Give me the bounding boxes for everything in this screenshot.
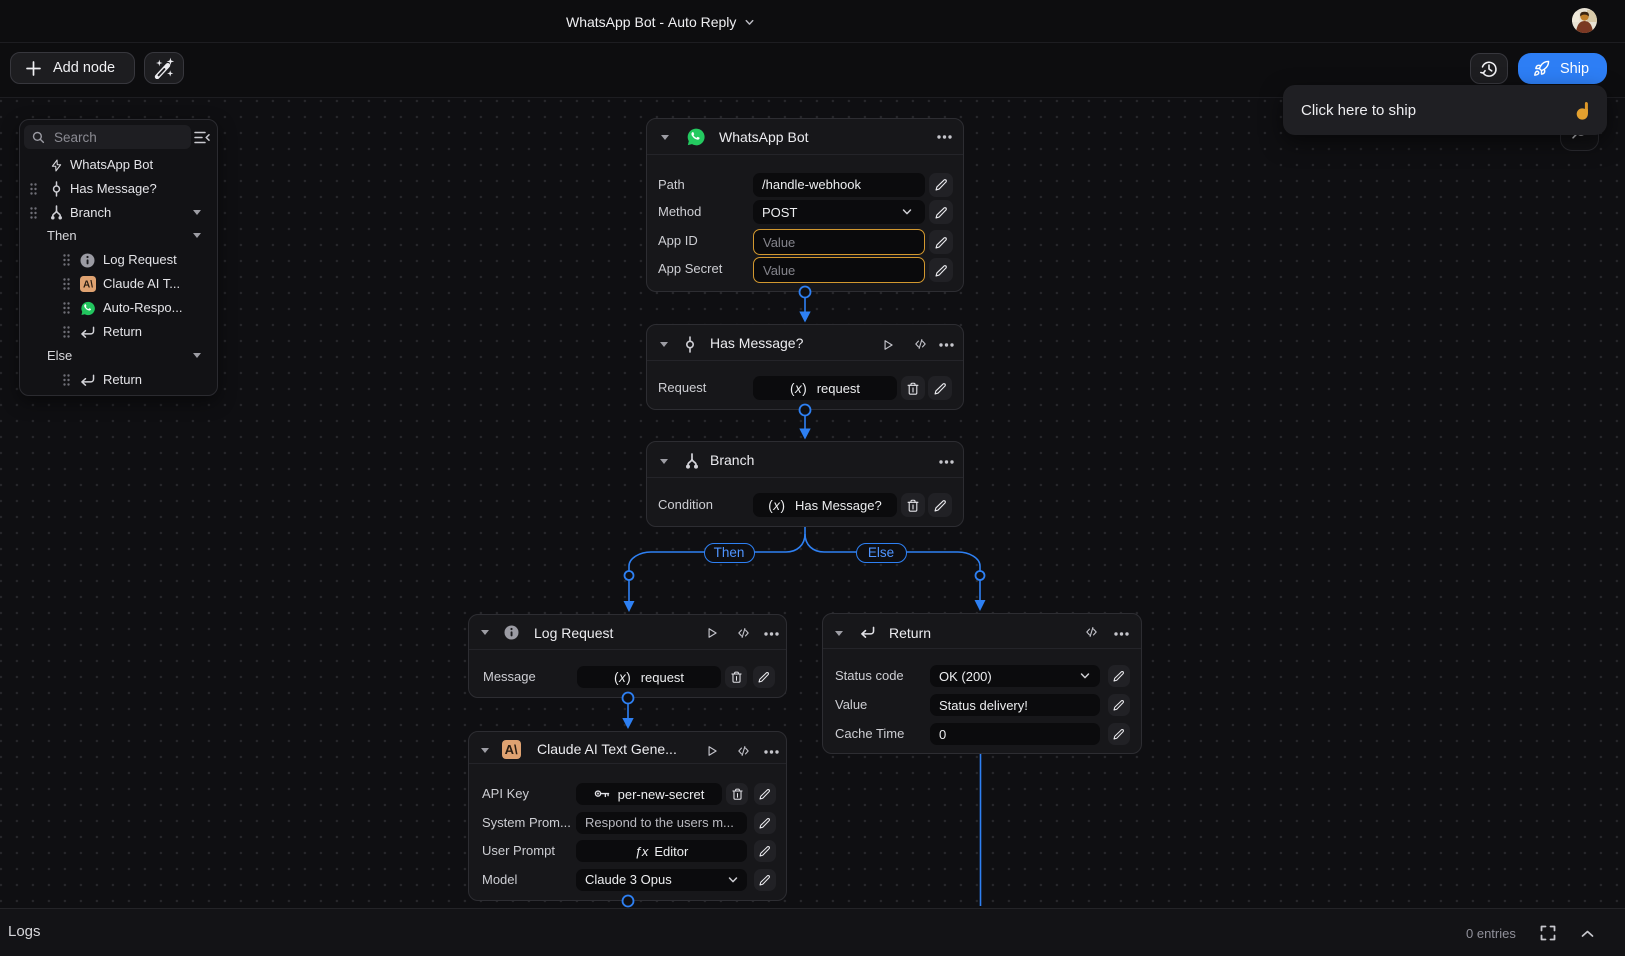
svg-text:A\: A\ — [83, 280, 93, 291]
svg-text:A\: A\ — [505, 742, 518, 757]
